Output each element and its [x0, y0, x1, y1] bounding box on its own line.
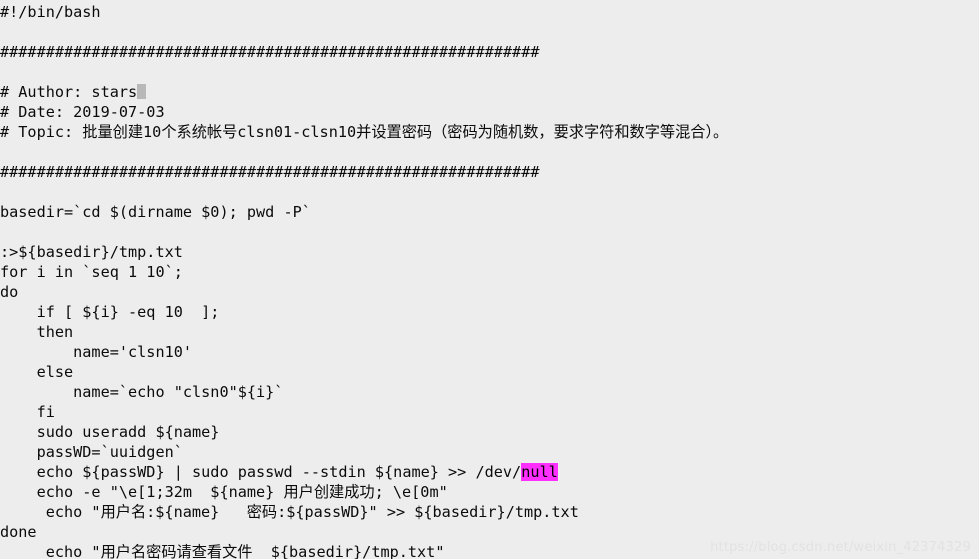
code-line-text: echo "用户名:${name} 密码:${passWD}" >> ${bas… — [0, 503, 579, 521]
code-line-text: if [ ${i} -eq 10 ]; — [0, 303, 220, 321]
code-line[interactable] — [0, 222, 728, 242]
code-line[interactable]: else — [0, 362, 728, 382]
code-line[interactable]: for i in `seq 1 10`; — [0, 262, 728, 282]
code-line[interactable] — [0, 22, 728, 42]
code-line-text: done — [0, 523, 37, 541]
code-line-text: name=`echo "clsn0"${i}` — [0, 383, 284, 401]
code-line-text: then — [0, 323, 74, 341]
code-line[interactable]: passWD=`uuidgen` — [0, 442, 728, 462]
code-line[interactable]: name=`echo "clsn0"${i}` — [0, 382, 728, 402]
code-line[interactable]: :>${basedir}/tmp.txt — [0, 242, 728, 262]
code-line[interactable] — [0, 62, 728, 82]
code-line-text: echo -e "\e[1;32m ${name} 用户创建成功; \e[0m" — [0, 483, 448, 501]
code-line[interactable]: sudo useradd ${name} — [0, 422, 728, 442]
code-line-text: sudo useradd ${name} — [0, 423, 220, 441]
csdn-watermark: https://blog.csdn.net/weixin_42374329 — [710, 540, 971, 555]
code-line[interactable] — [0, 142, 728, 162]
search-highlight: null — [521, 463, 558, 481]
code-line-text: basedir=`cd $(dirname $0); pwd -P` — [0, 203, 311, 221]
code-line[interactable]: echo "用户名:${name} 密码:${passWD}" >> ${bas… — [0, 502, 728, 522]
code-line-text: echo ${passWD} | sudo passwd --stdin ${n… — [0, 463, 522, 481]
code-line[interactable]: do — [0, 282, 728, 302]
code-line-text: name='clsn10' — [0, 343, 193, 361]
code-line[interactable]: then — [0, 322, 728, 342]
code-line[interactable]: # Date: 2019-07-03 — [0, 102, 728, 122]
code-line-text: ########################################… — [0, 43, 540, 61]
code-line[interactable]: echo ${passWD} | sudo passwd --stdin ${n… — [0, 462, 728, 482]
code-line-text: do — [0, 283, 19, 301]
code-line[interactable]: # Topic: 批量创建10个系统帐号clsn01-clsn10并设置密码（密… — [0, 122, 728, 142]
code-line-text: passWD=`uuidgen` — [0, 443, 183, 461]
code-line[interactable]: name='clsn10' — [0, 342, 728, 362]
code-line-text: #!/bin/bash — [0, 3, 101, 21]
code-screenshot-viewport: #!/bin/bash ############################… — [0, 0, 979, 559]
code-line-text: # Date: 2019-07-03 — [0, 103, 165, 121]
code-line[interactable]: fi — [0, 402, 728, 422]
code-line[interactable]: if [ ${i} -eq 10 ]; — [0, 302, 728, 322]
code-line-text: else — [0, 363, 74, 381]
code-line[interactable]: ########################################… — [0, 162, 728, 182]
code-line-text: echo "用户名密码请查看文件 ${basedir}/tmp.txt" — [0, 543, 445, 559]
code-line-text: for i in `seq 1 10`; — [0, 263, 183, 281]
bash-script-code-block[interactable]: #!/bin/bash ############################… — [0, 0, 728, 559]
code-line[interactable]: echo -e "\e[1;32m ${name} 用户创建成功; \e[0m" — [0, 482, 728, 502]
code-line[interactable]: echo "用户名密码请查看文件 ${basedir}/tmp.txt" — [0, 542, 728, 559]
code-line[interactable]: #!/bin/bash — [0, 2, 728, 22]
code-line[interactable] — [0, 182, 728, 202]
text-cursor — [137, 84, 147, 99]
code-line-text: ########################################… — [0, 163, 540, 181]
code-line[interactable]: # Author: stars — [0, 82, 728, 102]
code-line[interactable]: ########################################… — [0, 42, 728, 62]
code-line-text: :>${basedir}/tmp.txt — [0, 243, 183, 261]
code-line-text: # Author: stars — [0, 83, 138, 101]
code-line[interactable]: basedir=`cd $(dirname $0); pwd -P` — [0, 202, 728, 222]
code-line[interactable]: done — [0, 522, 728, 542]
code-line-text: # Topic: 批量创建10个系统帐号clsn01-clsn10并设置密码（密… — [0, 123, 729, 141]
code-line-text: fi — [0, 403, 55, 421]
